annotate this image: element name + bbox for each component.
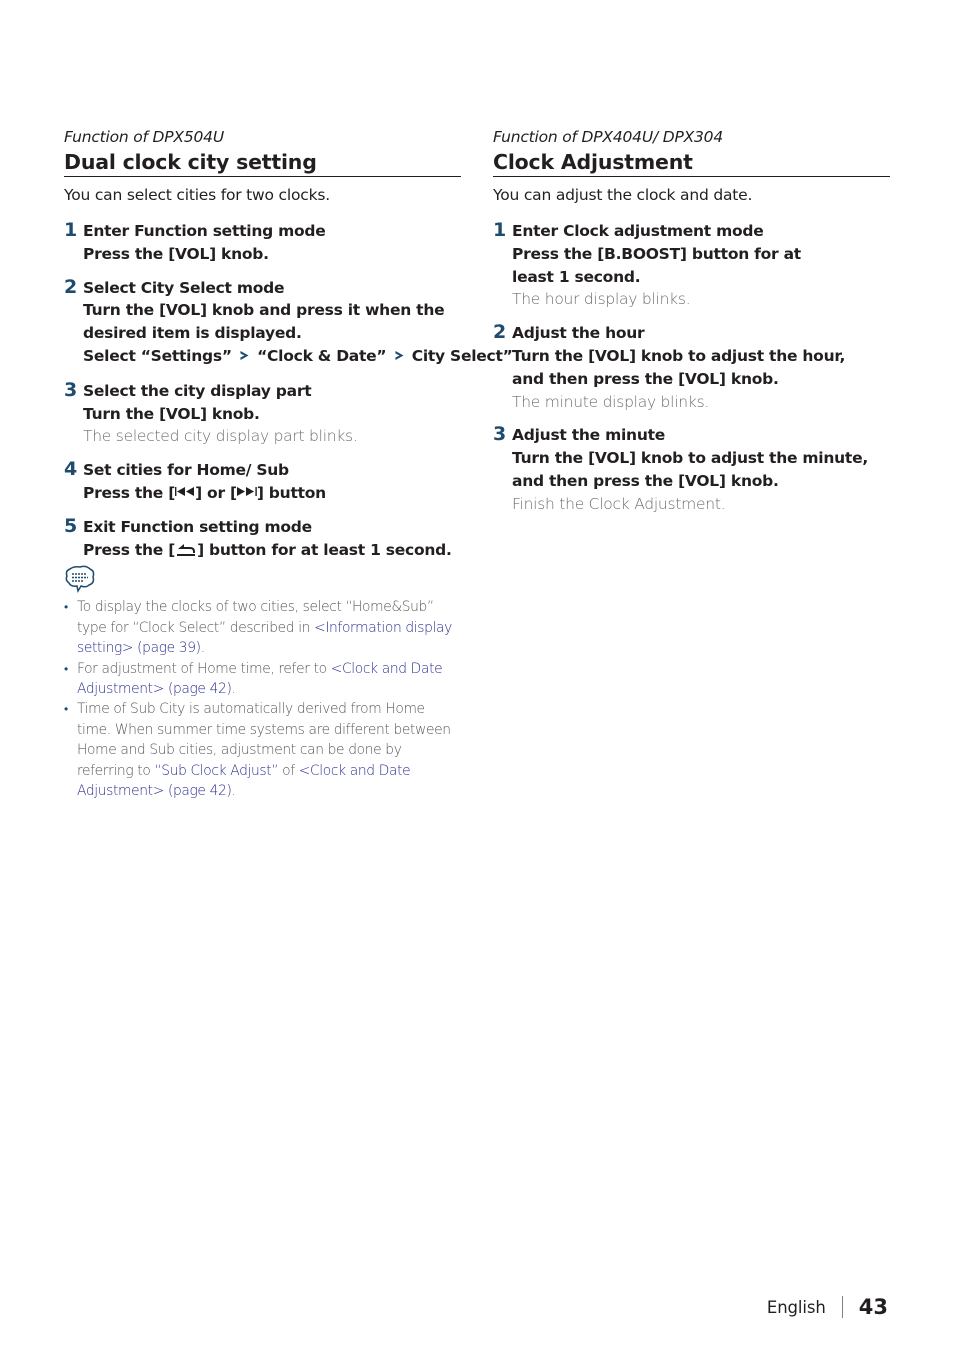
step-number: 3 <box>493 423 507 446</box>
step-number: 3 <box>64 378 78 401</box>
step-action-text: Press the [ <box>83 483 176 502</box>
step-action-text: ] button <box>256 483 326 502</box>
step-3: 3 Select the city display part Turn the … <box>64 378 461 448</box>
step-4: 4 Set cities for Home/ Sub Press the [ ] … <box>64 458 461 505</box>
menu-path: Select “Settings” “Clock & Date” City Se… <box>83 345 513 369</box>
step-title: Enter Function setting mode <box>83 222 326 240</box>
step-title: Adjust the hour <box>512 324 645 343</box>
previous-track-icon <box>175 482 195 505</box>
step-title: Select the city display part <box>83 381 312 400</box>
step-number: 5 <box>64 514 78 537</box>
step-action: Turn the [VOL] knob to adjust the minute… <box>512 449 868 490</box>
step-2: 2 Adjust the hour Turn the [VOL] knob to… <box>493 321 890 413</box>
step-title: Enter Clock adjustment mode <box>512 222 764 240</box>
step-action: Turn the [VOL] knob and press it when th… <box>83 301 445 343</box>
step-1: 1 Enter Clock adjustment mode Press the … <box>493 219 890 311</box>
step-1: 1 Enter Function setting mode Press the … <box>64 219 461 266</box>
page-footer: English 43 <box>767 1295 888 1319</box>
menu-path-item: Select “Settings” <box>83 346 232 365</box>
chevron-right-icon <box>394 346 404 369</box>
note-text: For adjustment of Home time, refer to <box>77 660 331 677</box>
step-action: Turn the [VOL] knob to adjust the hour, … <box>512 346 846 388</box>
step-action-text: ] button for at least 1 second. <box>197 540 452 559</box>
link-sub-clock-adjust[interactable]: “Sub Clock Adjust” <box>154 763 278 779</box>
step-result: The hour display blinks. <box>512 290 691 309</box>
footer-language: English <box>766 1297 826 1317</box>
note-speech-bubble-icon <box>65 565 95 594</box>
step-number: 1 <box>64 219 78 241</box>
note-item: For adjustment of Home time, refer to <C… <box>64 659 461 700</box>
step-action: Press the [VOL] knob. <box>83 244 269 263</box>
step-result: The minute display blinks. <box>512 392 710 411</box>
step-action: Press the [ ] button for at least 1 secon… <box>83 539 461 562</box>
section-title: Clock Adjustment <box>493 149 890 177</box>
step-result: Finish the Clock Adjustment. <box>512 494 726 513</box>
step-action: Press the [ ] or [ ] button <box>83 482 461 505</box>
step-action-text: Press the [ <box>83 540 176 559</box>
note-text: of <box>278 762 299 779</box>
step-5: 5 Exit Function setting mode Press the [… <box>64 514 461 562</box>
step-number: 2 <box>64 275 78 298</box>
footer-divider <box>841 1296 843 1318</box>
note-item: To display the clocks of two cities, sel… <box>64 597 461 658</box>
clock-adjustment-section: Function of DPX404U/ DPX304 Clock Adjust… <box>493 127 890 516</box>
next-track-icon <box>236 482 257 505</box>
step-result: The selected city display part blinks. <box>83 427 358 446</box>
note-text: . <box>231 783 236 800</box>
return-arrow-icon <box>176 541 196 556</box>
note-text: . <box>231 680 236 697</box>
step-3: 3 Adjust the minute Turn the [VOL] knob … <box>493 423 890 515</box>
menu-path-item: “Clock & Date” <box>257 346 387 365</box>
page-number: 43 <box>858 1295 888 1319</box>
section-title: Dual clock city setting <box>64 149 461 177</box>
step-action: Turn the [VOL] knob. <box>83 404 260 423</box>
notes-list: To display the clocks of two cities, sel… <box>64 597 461 801</box>
step-number: 2 <box>493 321 507 344</box>
step-2: 2 Select City Select mode Turn the [VOL]… <box>64 275 513 369</box>
step-title: Adjust the minute <box>512 426 666 445</box>
section-intro: You can adjust the clock and date. <box>493 186 753 204</box>
step-number: 1 <box>493 219 507 241</box>
step-action: Press the [B.BOOST] button for at least … <box>512 244 801 286</box>
step-title: Select City Select mode <box>83 278 285 297</box>
note-item: Time of Sub City is automatically derive… <box>64 699 461 801</box>
step-title: Exit Function setting mode <box>83 517 312 536</box>
note-text: . <box>200 640 205 657</box>
step-title: Set cities for Home/ Sub <box>83 461 289 480</box>
chevron-right-icon <box>240 346 250 369</box>
section-intro: You can select cities for two clocks. <box>64 186 330 204</box>
dual-clock-section: Function of DPX504U Dual clock city sett… <box>64 127 513 801</box>
function-of-label: Function of DPX404U/ DPX304 <box>493 128 724 146</box>
step-action-text: ] or [ <box>195 483 237 502</box>
step-number: 4 <box>64 458 78 481</box>
function-of-label: Function of DPX504U <box>64 128 224 146</box>
